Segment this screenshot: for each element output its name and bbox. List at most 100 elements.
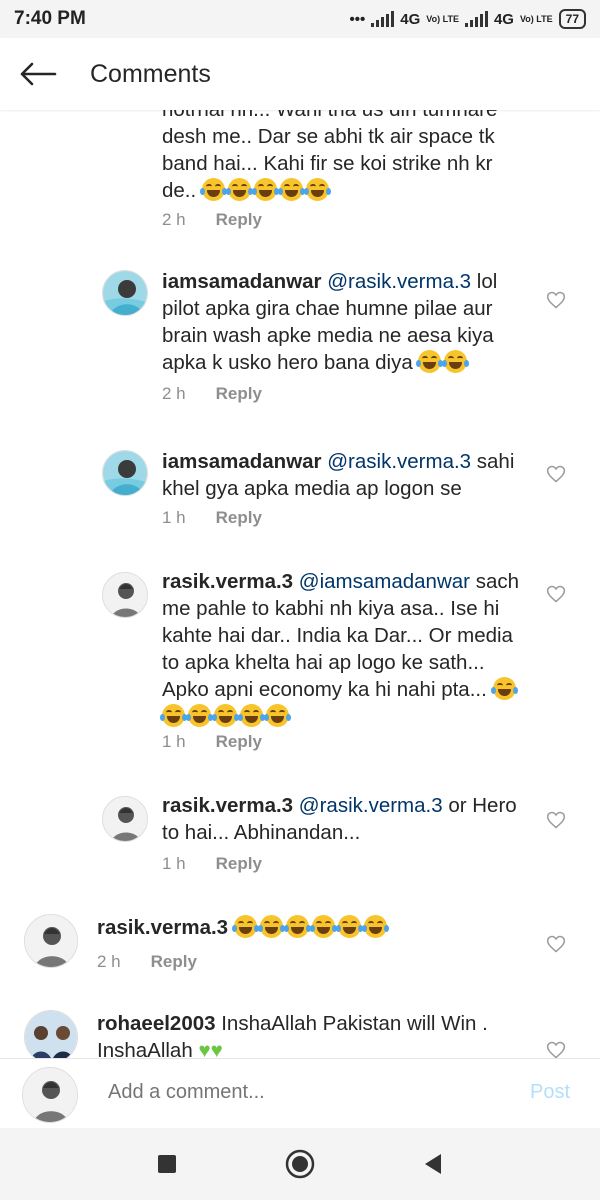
add-comment-bar: Post bbox=[0, 1058, 600, 1128]
comment-meta: 2 h Reply bbox=[162, 384, 262, 404]
system-nav-bar bbox=[0, 1128, 600, 1200]
laughing-emoji-icon bbox=[335, 915, 363, 938]
like-heart-icon[interactable] bbox=[546, 290, 566, 310]
comment-meta: 2 h Reply bbox=[162, 210, 262, 230]
avatar[interactable] bbox=[102, 450, 148, 496]
page-title: Comments bbox=[90, 59, 211, 88]
signal-icon bbox=[371, 11, 395, 27]
green-hearts: ♥♥ bbox=[198, 1039, 222, 1058]
comment-text: notrnai nn... Wahi tha us din tumhare de… bbox=[162, 110, 532, 204]
status-icons: ••• 4G Vo) LTE 4G Vo) LTE 77 bbox=[349, 9, 586, 29]
like-heart-icon[interactable] bbox=[546, 584, 566, 604]
header: Comments bbox=[0, 38, 600, 110]
reply-button[interactable]: Reply bbox=[216, 732, 262, 752]
comment-time: 2 h bbox=[162, 210, 186, 229]
laughing-emoji-icon bbox=[442, 350, 470, 373]
laughing-emoji-icon bbox=[283, 915, 311, 938]
comment-username[interactable]: iamsamadanwar bbox=[162, 450, 322, 473]
back-button[interactable] bbox=[0, 38, 76, 110]
laughing-emoji-icon bbox=[309, 915, 337, 938]
laughing-emoji-group bbox=[199, 178, 332, 202]
comment-username[interactable]: rasik.verma.3 bbox=[162, 794, 293, 817]
comment-mention[interactable]: @rasik.verma.3 bbox=[327, 450, 471, 473]
comment-time: 2 h bbox=[162, 384, 186, 403]
reply-button[interactable]: Reply bbox=[216, 384, 262, 404]
home-icon[interactable] bbox=[285, 1149, 315, 1179]
comment-mention[interactable]: @iamsamadanwar bbox=[299, 570, 470, 593]
comment-username[interactable]: rasik.verma.3 bbox=[162, 570, 293, 593]
laughing-emoji-icon bbox=[490, 677, 518, 700]
comment-username[interactable]: rohaeel2003 bbox=[97, 1012, 216, 1035]
comment-text: iamsamadanwar @rasik.verma.3 sahi khel g… bbox=[162, 448, 532, 502]
laughing-emoji-icon bbox=[199, 178, 227, 201]
post-button[interactable]: Post bbox=[530, 1081, 570, 1104]
avatar[interactable] bbox=[24, 914, 78, 968]
laughing-emoji-icon bbox=[277, 178, 305, 201]
reply-button[interactable]: Reply bbox=[151, 952, 197, 972]
dots-icon: ••• bbox=[349, 10, 366, 28]
comment-time: 1 h bbox=[162, 508, 186, 527]
network-type-1: 4G bbox=[400, 10, 421, 28]
comment-text: rasik.verma.3 @iamsamadanwar sach me pah… bbox=[160, 568, 532, 730]
my-avatar bbox=[22, 1067, 78, 1123]
green-heart-icon: ♥ bbox=[198, 1039, 211, 1058]
comment-time: 1 h bbox=[162, 854, 186, 873]
reply-button[interactable]: Reply bbox=[216, 210, 262, 230]
comment-text: rasik.verma.3 bbox=[97, 914, 537, 941]
laughing-emoji-icon bbox=[186, 704, 213, 727]
laughing-emoji-icon bbox=[238, 704, 265, 727]
comment-meta: 1 h Reply bbox=[162, 508, 262, 528]
comment-mention[interactable]: @rasik.verma.3 bbox=[299, 794, 443, 817]
laughing-emoji-icon bbox=[416, 350, 444, 373]
comment-mention[interactable]: @rasik.verma.3 bbox=[327, 270, 471, 293]
comment-input[interactable] bbox=[108, 1081, 488, 1104]
reply-button[interactable]: Reply bbox=[216, 508, 262, 528]
laughing-emoji-icon bbox=[212, 704, 239, 727]
laughing-emoji-group bbox=[231, 915, 390, 939]
network-type-2: 4G bbox=[493, 10, 514, 28]
volte-label-2: Vo) LTE bbox=[519, 13, 553, 24]
reply-button[interactable]: Reply bbox=[216, 854, 262, 874]
recents-icon[interactable] bbox=[157, 1154, 177, 1174]
comment-text: rasik.verma.3 @rasik.verma.3 or Hero to … bbox=[162, 792, 532, 846]
signal-icon-2 bbox=[464, 11, 488, 27]
avatar[interactable] bbox=[102, 270, 148, 316]
comments-list[interactable]: notrnai nn... Wahi tha us din tumhare de… bbox=[0, 110, 600, 1058]
comment-time: 2 h bbox=[97, 952, 121, 971]
laughing-emoji-icon bbox=[251, 178, 279, 201]
laughing-emoji-icon bbox=[361, 915, 389, 938]
comment-text: rohaeel2003 InshaAllah Pakistan will Win… bbox=[97, 1010, 537, 1058]
avatar[interactable] bbox=[24, 1010, 78, 1058]
laughing-emoji-icon bbox=[257, 915, 285, 938]
like-heart-icon[interactable] bbox=[546, 464, 566, 484]
comment-time: 1 h bbox=[162, 732, 186, 751]
laughing-emoji-icon bbox=[264, 704, 291, 727]
back-arrow-icon bbox=[20, 62, 57, 86]
comment-line: band hai... Kahi fir se koi strike nh kr bbox=[162, 152, 493, 175]
avatar[interactable] bbox=[102, 796, 148, 842]
comment-meta: 2 h Reply bbox=[97, 952, 197, 972]
status-time: 7:40 PM bbox=[14, 8, 86, 29]
comment-username[interactable]: iamsamadanwar bbox=[162, 270, 322, 293]
battery-icon: 77 bbox=[558, 9, 586, 29]
sweat-smile-emoji-group bbox=[416, 350, 470, 374]
green-heart-icon: ♥ bbox=[210, 1039, 223, 1058]
laughing-emoji-icon bbox=[231, 915, 259, 938]
volte-label-1: Vo) LTE bbox=[426, 13, 459, 24]
comment-text: iamsamadanwar @rasik.verma.3 lol pilot a… bbox=[162, 268, 532, 376]
avatar[interactable] bbox=[102, 572, 148, 618]
laughing-emoji-icon bbox=[160, 704, 187, 727]
comment-line: notrnai nn... Wahi tha us din tumhare bbox=[162, 110, 532, 123]
back-nav-icon[interactable] bbox=[423, 1153, 443, 1175]
like-heart-icon[interactable] bbox=[546, 810, 566, 830]
status-bar: 7:40 PM ••• 4G Vo) LTE 4G Vo) LTE 77 bbox=[0, 0, 600, 38]
comment-line: desh me.. Dar se abhi tk air space tk bbox=[162, 125, 495, 148]
comment-line: de.. bbox=[162, 179, 197, 202]
like-heart-icon[interactable] bbox=[546, 1040, 566, 1058]
comment-meta: 1 h Reply bbox=[162, 732, 262, 752]
like-heart-icon[interactable] bbox=[546, 934, 566, 954]
laughing-emoji-icon bbox=[303, 178, 331, 201]
comment-meta: 1 h Reply bbox=[162, 854, 262, 874]
comment-username[interactable]: rasik.verma.3 bbox=[97, 916, 228, 939]
laughing-emoji-icon bbox=[225, 178, 253, 201]
